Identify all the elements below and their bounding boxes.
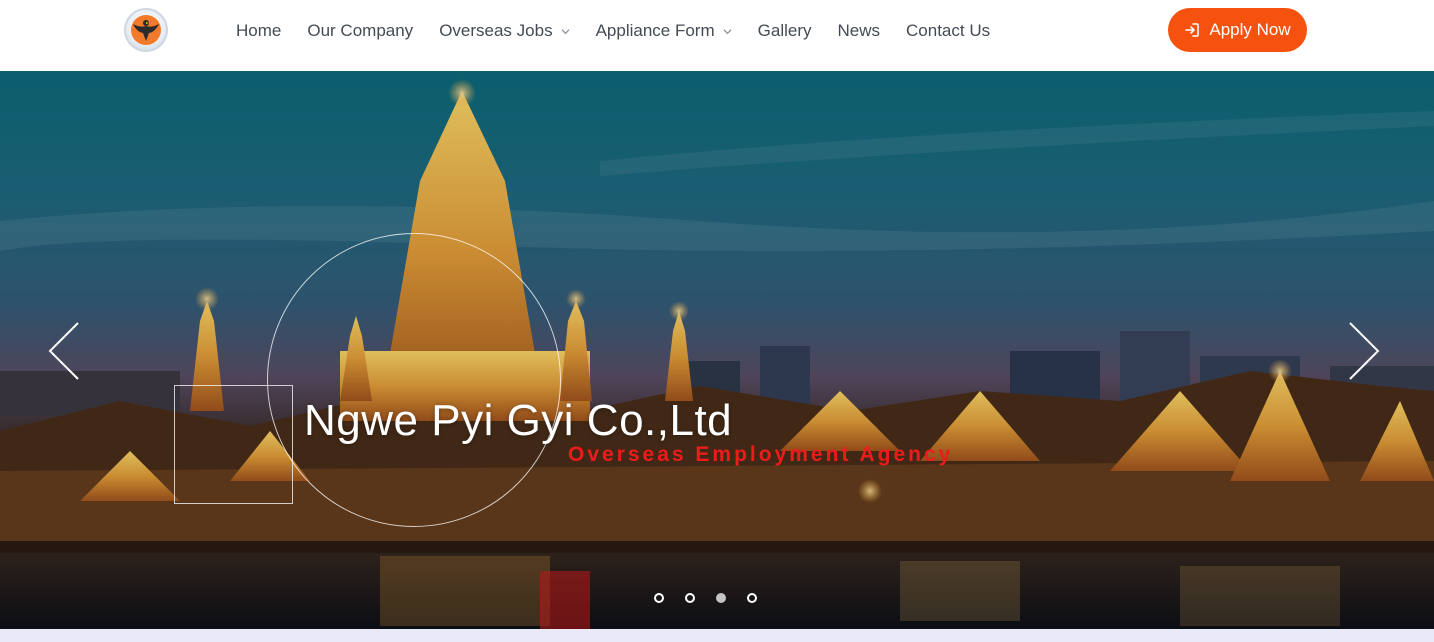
nav-item-label: Home [236,21,282,40]
hero-background-image [0,71,1434,629]
slider-dot-2[interactable] [685,593,695,603]
slider-next-arrow[interactable] [1347,321,1381,381]
nav-item-label: News [837,21,881,40]
eagle-logo-icon [131,15,161,45]
nav-item-overseas-jobs[interactable]: Overseas Jobs [426,19,582,43]
chevron-down-icon [561,28,570,34]
slider-pagination [654,593,778,603]
chevron-down-icon [723,28,732,34]
nav-item-label: Overseas Jobs [439,21,553,40]
slider-prev-arrow[interactable] [47,321,81,381]
main-menu: Home Our Company Overseas Jobs Appliance Fo… [223,19,1003,43]
nav-item-label: Appliance Form [595,21,715,40]
hero-subtitle: Overseas Employment Agency [568,443,954,466]
hero-title: Ngwe Pyi Gyi Co.,Ltd [304,396,733,445]
nav-item-label: Contact Us [906,21,991,40]
nav-item-label: Gallery [757,21,812,40]
nav-item-home[interactable]: Home [223,19,294,43]
decorative-circle [267,233,561,527]
slider-dot-1[interactable] [654,593,664,603]
slider-dot-4[interactable] [747,593,757,603]
apply-now-label: Apply Now [1209,20,1291,39]
nav-item-label: Our Company [307,21,414,40]
slider-dot-3[interactable] [716,593,726,603]
hero-slider: Ngwe Pyi Gyi Co.,Ltd Overseas Employment… [0,71,1434,629]
decorative-square [174,385,293,504]
company-logo[interactable] [124,8,168,52]
nav-item-contact-us[interactable]: Contact Us [893,19,1003,43]
apply-now-button[interactable]: Apply Now [1168,8,1307,52]
nav-item-news[interactable]: News [825,19,894,43]
nav-item-our-company[interactable]: Our Company [294,19,426,43]
top-navbar: Home Our Company Overseas Jobs Appliance Fo… [0,0,1434,71]
nav-item-gallery[interactable]: Gallery [745,19,825,43]
sign-in-icon [1185,23,1200,37]
nav-item-appliance-form[interactable]: Appliance Form [583,19,745,43]
